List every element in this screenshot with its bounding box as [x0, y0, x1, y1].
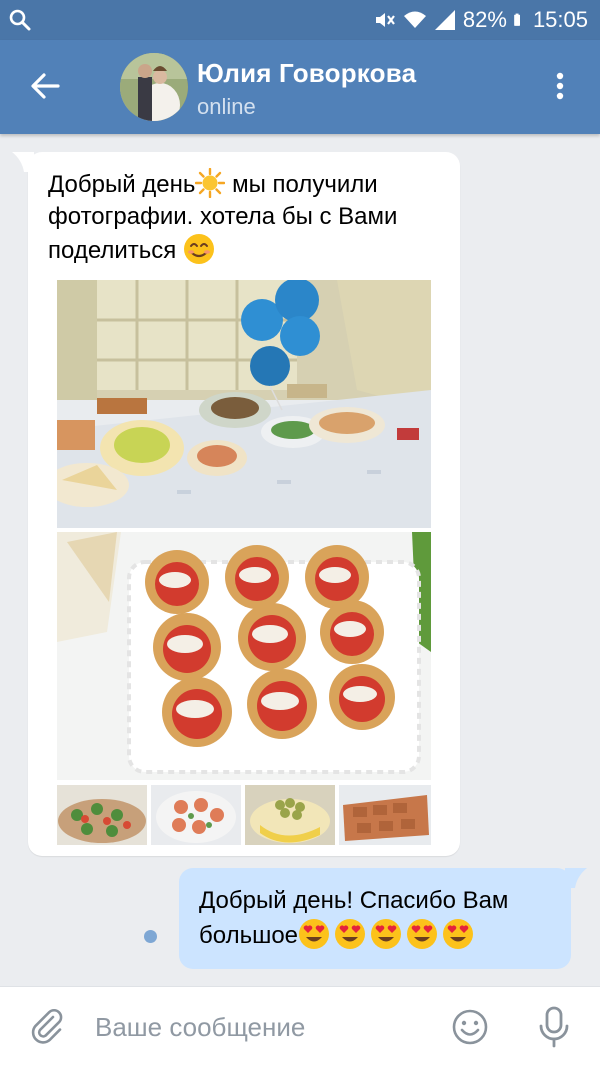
incoming-message-text: Добрый день мы получили фотографии. хоте… — [48, 168, 448, 267]
heart-eyes-emoji-icon — [335, 919, 366, 949]
clock: 15:05 — [532, 7, 588, 32]
chat-header: Юлия Говоркова online — [0, 40, 600, 134]
heart-eyes-emoji-icon — [407, 919, 438, 949]
contact-avatar[interactable] — [120, 53, 188, 121]
smiling-face-emoji-icon — [183, 234, 214, 264]
photo-thumb-2[interactable] — [151, 785, 241, 845]
heart-eyes-emoji-icon — [443, 919, 474, 949]
photo-tartlets[interactable] — [57, 532, 431, 780]
battery-icon — [514, 13, 520, 26]
outgoing-message-text: Добрый день! Спасибо Вам большое — [199, 884, 559, 953]
status-bar: 82% 15:05 — [0, 0, 600, 40]
photo-banquet-table[interactable] — [57, 280, 431, 528]
heart-eyes-emoji-icon — [371, 919, 402, 949]
contact-status: online — [197, 94, 256, 119]
sun-emoji-icon — [195, 168, 226, 198]
avatar-photo — [120, 53, 188, 121]
mute-icon — [375, 13, 395, 27]
wifi-icon — [403, 11, 426, 28]
message-input[interactable] — [95, 987, 435, 1066]
photo-thumb-1[interactable] — [57, 785, 147, 845]
message-composer — [0, 986, 600, 1066]
photo-thumb-4[interactable] — [339, 785, 431, 845]
photo-thumb-3[interactable] — [245, 785, 335, 845]
signal-icon — [434, 10, 455, 30]
heart-eyes-emoji-icon — [299, 919, 330, 949]
back-arrow-icon[interactable] — [28, 68, 64, 104]
bubble-tail — [12, 152, 34, 172]
outgoing-message-bubble[interactable]: Добрый день! Спасибо Вам большое — [179, 868, 587, 969]
bubble-tail — [565, 868, 587, 888]
search-icon — [9, 9, 31, 31]
incoming-text-part-1: Добрый день — [48, 171, 196, 198]
battery-percent: 82% — [462, 7, 507, 32]
microphone-icon[interactable] — [534, 1005, 574, 1049]
more-vert-icon[interactable] — [542, 68, 578, 104]
emoji-icon[interactable] — [450, 1007, 490, 1047]
paperclip-icon[interactable] — [28, 1007, 68, 1047]
unread-indicator — [144, 930, 157, 943]
contact-name[interactable]: Юлия Говоркова — [197, 58, 416, 89]
